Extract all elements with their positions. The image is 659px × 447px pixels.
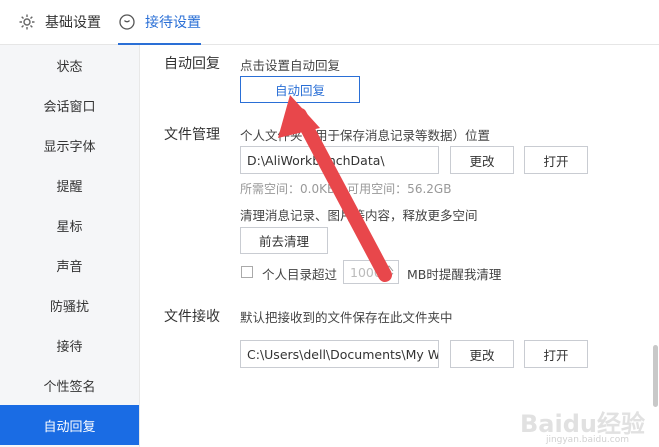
- annotation-arrow: [278, 95, 392, 282]
- baidu-watermark-url: jingyan.baidu.com: [545, 435, 629, 445]
- baidu-watermark: Baidu经验: [520, 410, 645, 438]
